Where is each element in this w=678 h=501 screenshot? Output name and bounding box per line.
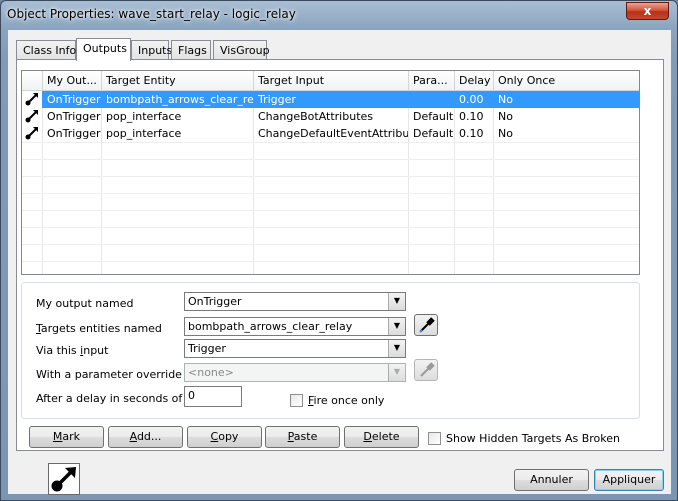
cell-delay: 0.10 — [455, 108, 494, 125]
target-input-value: Trigger — [188, 342, 226, 355]
copy-button[interactable]: Copy — [187, 426, 262, 448]
outputs-list[interactable]: My Out... Target Entity Target Input Par… — [21, 70, 640, 275]
target-entity-value: bombpath_arrows_clear_relay — [188, 320, 353, 333]
cell-target-entity: bombpath_arrows_clear_relay — [102, 91, 254, 108]
output-connection-icon — [22, 91, 43, 108]
window-title: Object Properties: wave_start_relay - lo… — [7, 7, 296, 21]
cell-parameter: Default — [409, 125, 455, 142]
delete-button[interactable]: Delete — [344, 426, 419, 448]
title-bar[interactable]: Object Properties: wave_start_relay - lo… — [1, 1, 677, 29]
outputs-list-header: My Out... Target Entity Target Input Par… — [22, 71, 639, 91]
eyedropper-icon — [420, 362, 435, 377]
target-entity-combo[interactable]: bombpath_arrows_clear_relay ▼ — [184, 317, 406, 336]
close-button[interactable]: x — [626, 2, 669, 20]
via-input-label: Via this input — [36, 344, 109, 357]
chevron-down-icon[interactable]: ▼ — [388, 293, 405, 310]
table-row[interactable]: OnTrigger pop_interface ChangeBotAttribu… — [22, 108, 639, 125]
object-properties-window: Object Properties: wave_start_relay - lo… — [0, 0, 678, 501]
cell-delay: 0.10 — [455, 125, 494, 142]
cell-parameter — [409, 91, 455, 108]
parameter-override-value: <none> — [188, 366, 234, 379]
column-header-delay[interactable]: Delay — [455, 71, 494, 91]
chevron-down-icon[interactable]: ▼ — [388, 318, 405, 335]
mark-button[interactable]: Mark — [29, 426, 104, 448]
tab-visgroup[interactable]: VisGroup — [213, 40, 270, 60]
chevron-down-icon[interactable]: ▼ — [388, 364, 405, 381]
delay-label: After a delay in seconds of — [36, 392, 183, 405]
column-header-target-input[interactable]: Target Input — [254, 71, 409, 91]
cell-parameter: Default — [409, 108, 455, 125]
table-row[interactable]: OnTrigger bombpath_arrows_clear_relay Tr… — [22, 91, 639, 108]
targets-entities-label: Targets entities named — [36, 322, 162, 335]
tab-outputs[interactable]: Outputs — [76, 38, 131, 61]
apply-button[interactable]: Appliquer — [594, 469, 664, 491]
cell-only-once: No — [498, 110, 513, 123]
column-header-my-output[interactable]: My Out... — [43, 71, 102, 91]
eyedropper-icon — [419, 317, 435, 333]
cell-target-entity: pop_interface — [102, 125, 254, 142]
delay-input[interactable]: 0 — [184, 386, 242, 407]
pick-parameter-button[interactable] — [414, 359, 438, 381]
chevron-down-icon[interactable]: ▼ — [388, 340, 405, 357]
fire-once-checkbox[interactable] — [290, 394, 303, 407]
cell-delay: 0.00 — [455, 91, 494, 108]
close-icon: x — [643, 4, 652, 18]
cell-only-once: No — [498, 127, 513, 140]
column-header-target-entity[interactable]: Target Entity — [102, 71, 254, 91]
cell-my-output: OnTrigger — [43, 91, 102, 108]
cell-my-output: OnTrigger — [43, 125, 102, 142]
cell-target-input: ChangeDefaultEventAttributes — [254, 125, 409, 142]
parameter-override-label: With a parameter override of — [36, 368, 197, 381]
output-connection-icon — [22, 125, 43, 142]
cancel-button[interactable]: Annuler — [514, 469, 589, 491]
column-header-icon[interactable] — [22, 71, 43, 91]
fire-once-label[interactable]: Fire once only — [308, 394, 384, 407]
table-row[interactable]: OnTrigger pop_interface ChangeDefaultEve… — [22, 125, 639, 142]
output-connection-icon — [22, 108, 43, 125]
pick-entity-button[interactable] — [414, 314, 438, 336]
cell-only-once: No — [498, 93, 513, 106]
output-named-label: My output named — [36, 297, 134, 310]
paste-button[interactable]: Paste — [265, 426, 340, 448]
tab-flags[interactable]: Flags — [171, 40, 211, 60]
output-name-value: OnTrigger — [188, 295, 242, 308]
output-name-combo[interactable]: OnTrigger ▼ — [184, 292, 406, 311]
show-hidden-targets-label[interactable]: Show Hidden Targets As Broken — [446, 432, 620, 445]
output-connection-icon — [48, 463, 80, 495]
cell-target-input: Trigger — [254, 91, 409, 108]
add-button[interactable]: Add... — [108, 426, 183, 448]
cell-target-entity: pop_interface — [102, 108, 254, 125]
tab-inputs[interactable]: Inputs — [131, 40, 172, 60]
column-header-only-once[interactable]: Only Once — [494, 71, 639, 91]
cell-my-output: OnTrigger — [43, 108, 102, 125]
cell-target-input: ChangeBotAttributes — [254, 108, 409, 125]
target-input-combo[interactable]: Trigger ▼ — [184, 339, 406, 358]
show-hidden-targets-checkbox[interactable] — [428, 432, 441, 445]
dialog-client-area: Class Info Outputs Inputs Flags VisGroup… — [8, 30, 671, 495]
tab-class-info[interactable]: Class Info — [16, 40, 76, 60]
parameter-override-combo[interactable]: <none> ▼ — [184, 363, 406, 382]
column-header-parameter[interactable]: Para... — [409, 71, 455, 91]
